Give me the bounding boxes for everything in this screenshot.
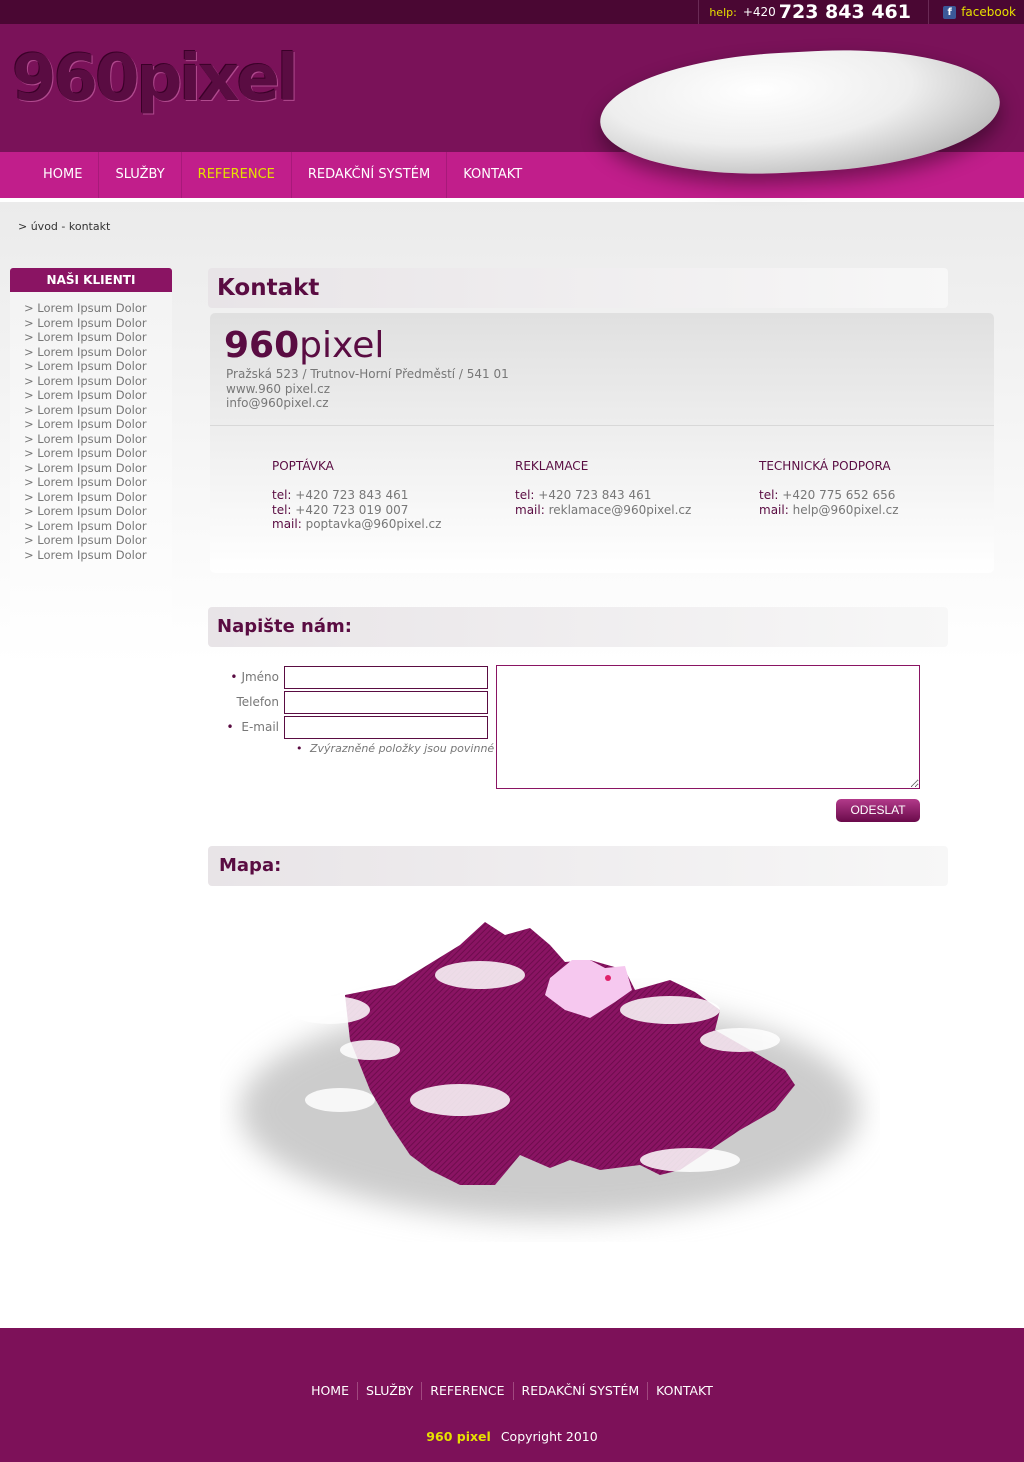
company-address: Pražská 523 / Trutnov-Horní Předměstí / … xyxy=(226,367,509,411)
phone-label: Telefon xyxy=(236,695,279,709)
facebook-link[interactable]: f facebook xyxy=(928,0,1016,24)
contact-column: POPTÁVKA tel: +420 723 843 461 tel: +420 7… xyxy=(272,459,441,532)
name-input[interactable] xyxy=(284,666,488,689)
contact-line: mail: poptavka@960pixel.cz xyxy=(272,517,442,531)
name-label: • Jméno xyxy=(230,670,279,684)
nav-sluzby[interactable]: SLUŽBY xyxy=(99,152,182,198)
map-heading: Mapa: xyxy=(208,846,948,886)
client-link[interactable]: > Lorem Ipsum Dolor xyxy=(24,403,172,418)
phone-prefix: +420 xyxy=(742,5,776,19)
client-link[interactable]: > Lorem Ipsum Dolor xyxy=(24,446,172,461)
company-name-bold: 960 xyxy=(224,325,300,366)
client-list: > Lorem Ipsum Dolor > Lorem Ipsum Dolor > … xyxy=(10,292,172,562)
client-link[interactable]: > Lorem Ipsum Dolor xyxy=(24,359,172,374)
footer-brand: 960 pixel xyxy=(426,1429,491,1444)
address: Pražská 523 / Trutnov-Horní Předměstí / … xyxy=(226,367,509,381)
email-label: • E-mail xyxy=(226,720,279,734)
contact-card: 960pixel Pražská 523 / Trutnov-Horní Pře… xyxy=(210,313,994,573)
client-link[interactable]: > Lorem Ipsum Dolor xyxy=(24,548,172,563)
contact-line: tel: +420 723 843 461 xyxy=(272,488,409,502)
client-link[interactable]: > Lorem Ipsum Dolor xyxy=(24,417,172,432)
contact-line: mail: help@960pixel.cz xyxy=(759,502,899,517)
breadcrumb: > úvod - kontakt xyxy=(18,220,111,233)
contact-column: REKLAMACE tel: +420 723 843 461 mail: rekl… xyxy=(515,459,691,517)
footer-nav: HOME SLUŽBY REFERENCE REDAKČNÍ SYSTÉM KO… xyxy=(0,1382,1024,1400)
client-link[interactable]: > Lorem Ipsum Dolor xyxy=(24,490,172,505)
email-link[interactable]: info@960pixel.cz xyxy=(226,396,509,411)
contact-column-title: POPTÁVKA xyxy=(272,459,334,473)
client-link[interactable]: > Lorem Ipsum Dolor xyxy=(24,374,172,389)
client-link[interactable]: > Lorem Ipsum Dolor xyxy=(24,504,172,519)
client-link[interactable]: > Lorem Ipsum Dolor xyxy=(24,533,172,548)
copyright-text: Copyright 2010 xyxy=(500,1429,598,1444)
email-input[interactable] xyxy=(284,716,488,739)
contact-column-title: REKLAMACE xyxy=(515,459,589,473)
facebook-label: facebook xyxy=(961,5,1016,19)
top-bar: help: +420 723 843 461 f facebook xyxy=(0,0,1024,24)
contact-column-title: TECHNICKÁ PODPORA xyxy=(759,459,891,473)
client-link[interactable]: > Lorem Ipsum Dolor xyxy=(24,475,172,490)
nav-home[interactable]: HOME xyxy=(27,152,100,198)
sidebar-title: NAŠI KLIENTI xyxy=(10,268,172,292)
client-link[interactable]: > Lorem Ipsum Dolor xyxy=(24,461,172,476)
footer-nav-kontakt[interactable]: KONTAKT xyxy=(647,1382,721,1400)
contact-column: TECHNICKÁ PODPORA tel: +420 775 652 656 ma… xyxy=(759,459,899,517)
footer: HOME SLUŽBY REFERENCE REDAKČNÍ SYSTÉM KO… xyxy=(0,1328,1024,1462)
website-link[interactable]: www.960 pixel.cz xyxy=(226,382,509,397)
contact-line: tel: +420 723 019 007 xyxy=(272,502,409,517)
form-heading: Napište nám: xyxy=(208,607,948,647)
client-link[interactable]: > Lorem Ipsum Dolor xyxy=(24,330,172,345)
nav-redakcni-system[interactable]: REDAKČNÍ SYSTÉM xyxy=(292,152,448,198)
divider xyxy=(210,425,994,426)
required-note: • Zvýrazněné položky jsou povinné xyxy=(296,742,495,755)
footer-nav-redakcni-system[interactable]: REDAKČNÍ SYSTÉM xyxy=(512,1382,648,1400)
contact-line: tel: +420 723 843 461 xyxy=(515,488,652,502)
nav-reference[interactable]: REFERENCE xyxy=(182,152,292,198)
sidebar: NAŠI KLIENTI > Lorem Ipsum Dolor > Lorem … xyxy=(10,268,172,668)
location-marker-icon[interactable] xyxy=(605,975,611,981)
phone-number: 723 843 461 xyxy=(778,1,911,23)
client-link[interactable]: > Lorem Ipsum Dolor xyxy=(24,345,172,360)
company-name-rest: pixel xyxy=(299,325,385,366)
footer-nav-home[interactable]: HOME xyxy=(303,1382,357,1400)
client-link[interactable]: > Lorem Ipsum Dolor xyxy=(24,388,172,403)
client-link[interactable]: > Lorem Ipsum Dolor xyxy=(24,519,172,534)
message-textarea[interactable] xyxy=(496,665,920,789)
client-link[interactable]: > Lorem Ipsum Dolor xyxy=(24,301,172,316)
nav-kontakt[interactable]: KONTAKT xyxy=(447,152,538,198)
czech-map[interactable] xyxy=(220,900,880,1260)
contact-heading: Kontakt xyxy=(208,268,948,308)
copyright: 960 pixel Copyright 2010 xyxy=(0,1429,1024,1444)
facebook-icon: f xyxy=(943,5,957,19)
contact-line: tel: +420 775 652 656 xyxy=(759,488,896,502)
logo[interactable]: 960pixel xyxy=(12,42,299,116)
phone-input[interactable] xyxy=(284,691,488,714)
contact-line: mail: reklamace@960pixel.cz xyxy=(515,502,692,517)
footer-nav-reference[interactable]: REFERENCE xyxy=(421,1382,512,1400)
help-label: help: xyxy=(709,5,737,19)
help-phone: help: +420 723 843 461 xyxy=(698,0,911,24)
company-name: 960pixel xyxy=(224,325,384,366)
footer-nav-sluzby[interactable]: SLUŽBY xyxy=(356,1382,421,1400)
client-link[interactable]: > Lorem Ipsum Dolor xyxy=(24,316,172,331)
submit-button[interactable]: ODESLAT xyxy=(836,799,920,822)
client-link[interactable]: > Lorem Ipsum Dolor xyxy=(24,432,172,447)
